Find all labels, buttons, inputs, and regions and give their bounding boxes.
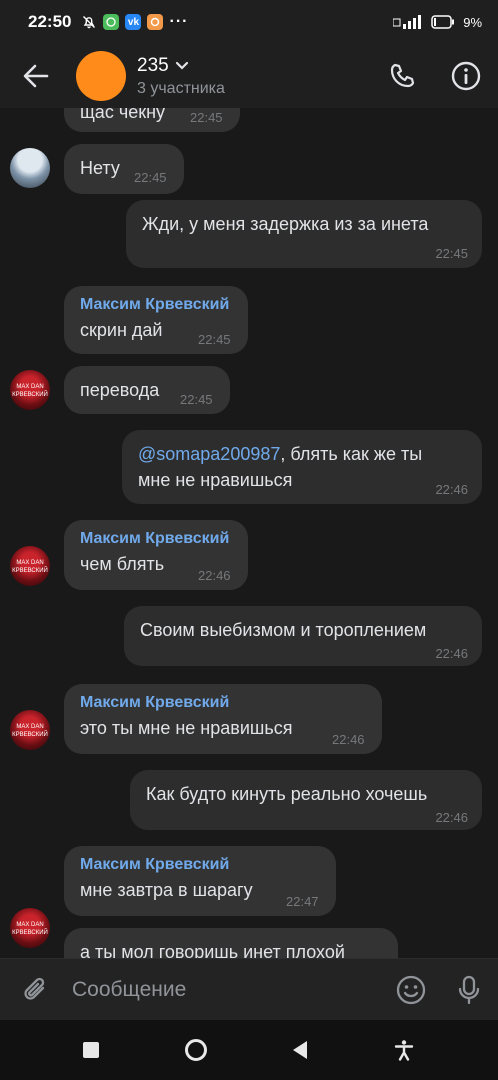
- sender-name[interactable]: Максим Крвевский: [80, 294, 229, 316]
- message-time: 22:46: [435, 810, 468, 825]
- message-text: @somapa200987, блять как же ты: [138, 442, 422, 466]
- message-bubble[interactable]: Жди, у меня задержка из за инета 22:45: [126, 200, 482, 268]
- chat-title: 235: [137, 54, 169, 76]
- avatar[interactable]: MAX DAN КРВЕВСКИЙ: [10, 370, 50, 410]
- avatar[interactable]: [10, 148, 50, 188]
- emoji-button[interactable]: [382, 959, 440, 1021]
- message-text: Жди, у меня задержка из за инета: [142, 214, 429, 234]
- message-text: а ты мол говоришь инет плохой: [80, 942, 345, 958]
- message-list[interactable]: щас чекну 22:45 Нету 22:45 Жди, у меня з…: [0, 108, 498, 958]
- recents-button[interactable]: [83, 1042, 99, 1058]
- sender-name[interactable]: Максим Крвевский: [80, 528, 229, 550]
- system-nav-bar: [0, 1020, 498, 1080]
- message-time: 22:46: [332, 732, 365, 747]
- chat-avatar[interactable]: [76, 51, 126, 101]
- message-time: 22:45: [134, 170, 167, 185]
- message-bubble[interactable]: Максим Крвевский скрин дай 22:45: [64, 286, 248, 354]
- smile-icon: [396, 975, 426, 1004]
- message-text: это ты мне не нравишься: [80, 718, 293, 738]
- message-text: Нету: [80, 158, 120, 178]
- message-text: щас чекну: [80, 108, 166, 122]
- message-bubble[interactable]: перевода 22:45: [64, 366, 230, 414]
- message-text: чем блять: [80, 554, 165, 574]
- message-bubble[interactable]: Максим Крвевский мне завтра в шарагу 22:…: [64, 846, 336, 916]
- status-bar: 22:50 vk ··· 9%: [0, 0, 498, 44]
- chevron-down-icon: [175, 61, 188, 70]
- sender-name[interactable]: Максим Крвевский: [80, 854, 229, 876]
- back-nav-button[interactable]: [293, 1041, 307, 1059]
- chat-subtitle: 3 участника: [137, 79, 225, 97]
- message-bubble[interactable]: а ты мол говоришь инет плохой: [64, 928, 398, 958]
- battery-icon: [431, 15, 455, 29]
- message-input[interactable]: Сообщение: [72, 978, 382, 1002]
- message-bubble[interactable]: Максим Крвевский это ты мне не нравишься…: [64, 684, 382, 754]
- chat-header: 235 3 участника: [0, 44, 498, 108]
- message-bubble[interactable]: Своим выебизмом и тороплением 22:46: [124, 606, 482, 666]
- avatar[interactable]: MAX DAN КРВЕВСКИЙ: [10, 908, 50, 948]
- mute-icon: [81, 14, 97, 30]
- microphone-icon: [458, 975, 480, 1004]
- vk-icon: vk: [125, 14, 142, 30]
- message-bubble[interactable]: Как будто кинуть реально хочешь 22:46: [130, 770, 482, 830]
- back-button[interactable]: [0, 44, 72, 108]
- avatar[interactable]: MAX DAN КРВЕВСКИЙ: [10, 710, 50, 750]
- message-time: 22:46: [435, 482, 468, 497]
- message-bubble[interactable]: щас чекну 22:45: [64, 108, 240, 132]
- message-bubble[interactable]: @somapa200987, блять как же ты мне не нр…: [122, 430, 482, 504]
- info-icon: [451, 61, 481, 91]
- accessibility-icon[interactable]: [393, 1039, 415, 1061]
- paperclip-icon: [24, 977, 45, 1000]
- message-time: 22:46: [198, 568, 231, 583]
- status-right: 9%: [393, 15, 482, 30]
- message-time: 22:46: [435, 646, 468, 661]
- message-time: 22:47: [286, 894, 319, 909]
- message-time: 22:45: [198, 332, 231, 347]
- chat-app-icon: [103, 14, 120, 30]
- message-text: мне завтра в шарагу: [80, 880, 253, 900]
- more-icon: ···: [169, 13, 189, 30]
- user-mention[interactable]: @somapa200987: [138, 444, 280, 464]
- sender-name[interactable]: Максим Крвевский: [80, 692, 229, 714]
- message-bubble[interactable]: Максим Крвевский чем блять 22:46: [64, 520, 248, 590]
- message-time: 22:45: [190, 110, 223, 125]
- message-text: скрин дай: [80, 320, 163, 340]
- message-text-line2: мне не нравишься: [138, 470, 293, 490]
- avatar[interactable]: MAX DAN КРВЕВСКИЙ: [10, 546, 50, 586]
- call-button[interactable]: [370, 44, 434, 108]
- chat-title-block[interactable]: 235 3 участника: [137, 55, 225, 98]
- voice-message-button[interactable]: [440, 959, 498, 1021]
- message-bubble[interactable]: Нету 22:45: [64, 144, 184, 194]
- message-text: перевода: [80, 380, 160, 400]
- battery-unit: %: [470, 14, 482, 30]
- message-time: 22:45: [435, 246, 468, 261]
- arrow-left-icon: [23, 64, 49, 88]
- message-composer: Сообщение: [0, 958, 498, 1020]
- message-text: Своим выебизмом и тороплением: [140, 620, 427, 640]
- status-time: 22:50: [28, 12, 72, 31]
- signal-icon: [393, 15, 422, 29]
- info-button[interactable]: [434, 44, 498, 108]
- message-text-part: , блять как же ты: [280, 444, 423, 464]
- message-time: 22:45: [180, 392, 213, 407]
- home-button[interactable]: [185, 1039, 207, 1061]
- phone-icon: [390, 63, 415, 88]
- message-text: Как будто кинуть реально хочешь: [146, 784, 428, 804]
- attach-button[interactable]: [0, 959, 72, 1021]
- ok-icon: [147, 14, 164, 30]
